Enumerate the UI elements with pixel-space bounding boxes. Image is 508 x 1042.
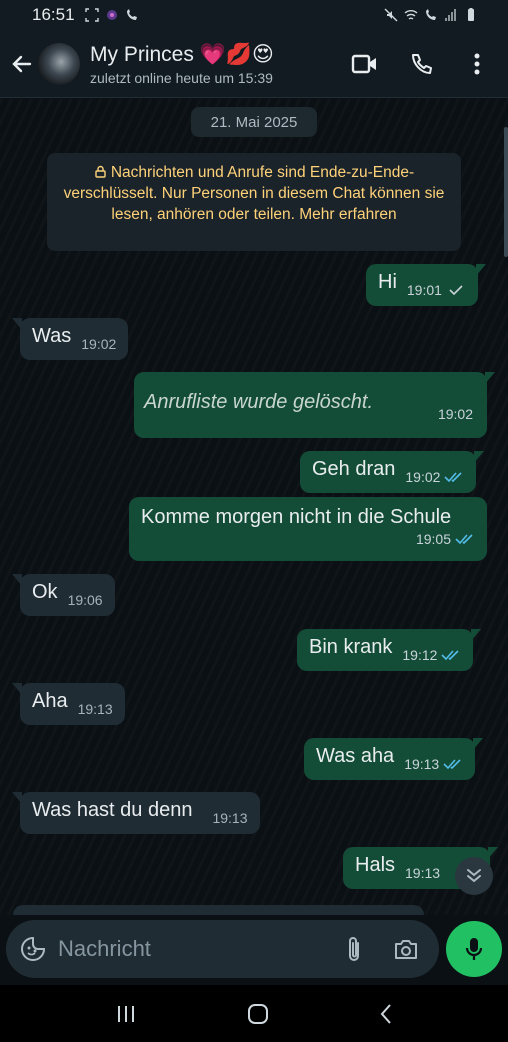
double-check-icon (455, 534, 473, 545)
message-outgoing[interactable]: Bin krank 19:12 (297, 629, 482, 671)
contact-info[interactable]: My Princes 💗💋😍 zuletzt online heute um 1… (90, 42, 274, 86)
message-input[interactable]: Nachricht (58, 936, 345, 962)
message-text: Was aha (316, 745, 395, 767)
status-bar: 16:51 (0, 0, 508, 30)
video-call-button[interactable] (350, 49, 380, 79)
chat-header: My Princes 💗💋😍 zuletzt online heute um 1… (0, 30, 508, 98)
message-text: Geh dran (312, 458, 396, 480)
message-time: 19:02 (405, 469, 441, 485)
single-check-icon (449, 285, 463, 296)
message-outgoing[interactable]: Was aha 19:13 (304, 738, 484, 780)
message-incoming[interactable]: Was 19:02 (12, 318, 129, 360)
message-time: 19:13 (404, 756, 440, 772)
message-incoming[interactable]: Aha 19:13 (12, 683, 125, 725)
more-vert-icon (474, 53, 480, 74)
partially-visible-message[interactable] (13, 905, 424, 915)
message-time: 19:13 (77, 701, 113, 717)
voice-message-button[interactable] (446, 921, 502, 977)
mic-icon (465, 938, 483, 960)
message-text: Was hast du denn (32, 799, 193, 821)
message-text: Anrufliste wurde gelöscht. (144, 391, 374, 413)
system-navigation-bar (0, 985, 508, 1042)
message-outgoing[interactable]: Hi 19:01 (366, 264, 486, 306)
message-text: Hi (378, 271, 397, 293)
back-button[interactable] (6, 48, 38, 80)
wifi-icon (404, 10, 418, 20)
signal-icon (445, 9, 456, 21)
more-options-button[interactable] (462, 49, 492, 79)
sticker-icon[interactable] (20, 936, 46, 962)
message-time: 19:05 (415, 531, 451, 547)
wifi-calling-icon (426, 9, 436, 20)
status-time: 16:51 (32, 5, 75, 24)
message-text: Hals (355, 854, 396, 876)
message-text: Komme morgen nicht in die Schule (141, 506, 452, 528)
message-incoming[interactable]: Was hast du denn 19:13 (12, 792, 260, 834)
message-time: 19:13 (405, 865, 441, 881)
app-notification-icon (106, 10, 117, 20)
mute-icon (384, 8, 398, 22)
voice-call-button[interactable] (406, 49, 436, 79)
camera-icon[interactable] (393, 937, 419, 961)
scroll-to-bottom-button[interactable] (455, 857, 493, 895)
message-text: Bin krank (309, 636, 393, 658)
encryption-notice-text: Nachrichten und Anrufe sind Ende-zu-Ende… (63, 164, 445, 223)
contact-avatar[interactable] (38, 42, 80, 85)
message-list[interactable]: 21. Mai 2025 Nachrichten und Anrufe sind… (0, 99, 508, 915)
message-outgoing[interactable]: Komme morgen nicht in die Schule 19:05 (129, 497, 487, 561)
date-chip: 21. Mai 2025 (191, 107, 317, 137)
chevron-double-down-icon (467, 869, 481, 883)
message-time: 19:12 (402, 647, 438, 663)
wifi-call-icon (126, 9, 137, 20)
recent-apps-icon[interactable] (115, 1005, 137, 1023)
message-time: 19:01 (406, 282, 442, 298)
message-time: 19:02 (437, 406, 473, 422)
back-nav-icon[interactable] (379, 1003, 393, 1025)
paperclip-icon[interactable] (345, 935, 363, 963)
message-time: 19:02 (81, 336, 117, 352)
message-time: 19:13 (212, 810, 248, 826)
phone-icon (412, 53, 432, 74)
message-text: Was (32, 325, 72, 347)
message-outgoing[interactable]: Geh dran 19:02 (300, 451, 485, 493)
contact-name: My Princes 💗💋😍 (90, 42, 274, 66)
message-outgoing-deleted[interactable]: Anrufliste wurde gelöscht. 19:02 (134, 372, 495, 438)
encryption-notice[interactable]: Nachrichten und Anrufe sind Ende-zu-Ende… (47, 153, 461, 251)
arrow-left-icon (12, 55, 32, 72)
battery-icon (468, 8, 474, 21)
message-text: Ok (32, 581, 58, 603)
double-check-icon (443, 759, 461, 770)
screenshot-icon (84, 8, 99, 22)
video-call-icon (351, 54, 376, 73)
message-input-container[interactable]: Nachricht (6, 920, 439, 978)
double-check-icon (444, 472, 463, 483)
message-text: Aha (32, 690, 68, 712)
scrollbar[interactable] (504, 127, 508, 257)
message-time: 19:06 (67, 592, 103, 608)
message-incoming[interactable]: Ok 19:06 (12, 574, 115, 616)
home-icon[interactable] (247, 1003, 269, 1025)
double-check-icon (441, 650, 459, 661)
composer: Nachricht (0, 915, 508, 985)
lock-icon (95, 165, 106, 178)
last-seen-status: zuletzt online heute um 15:39 (90, 69, 273, 86)
